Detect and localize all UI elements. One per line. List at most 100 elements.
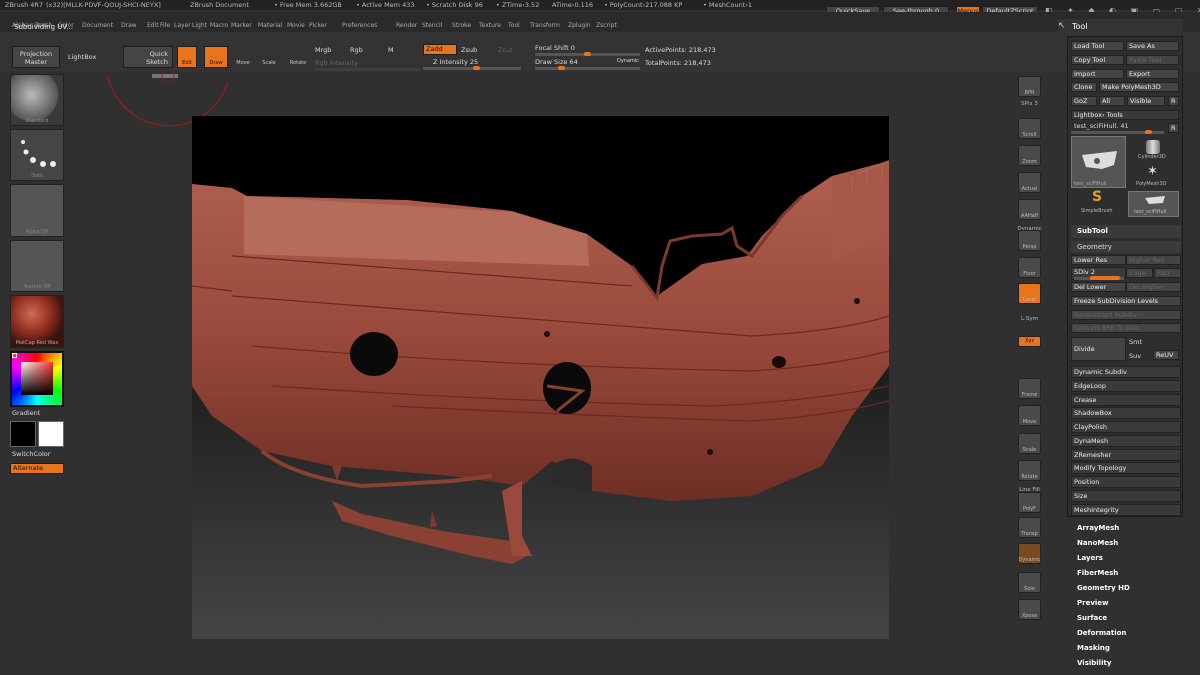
section-geometry-hd[interactable]: Geometry HD [1077,584,1130,592]
scale-button[interactable]: Scale [259,47,279,69]
menu-tool[interactable]: Tool [508,21,520,31]
sdiv-track[interactable] [1074,276,1124,280]
menu-transform[interactable]: Transform [530,21,560,31]
smt-toggle[interactable]: Smt [1129,338,1142,346]
section-arraymesh[interactable]: ArrayMesh [1077,524,1119,532]
section-surface[interactable]: Surface [1077,614,1107,622]
move-button[interactable]: Move [233,47,253,69]
r-reset-button[interactable]: R [1168,123,1179,133]
menu-zplugin[interactable]: Zplugin [568,21,591,31]
geometry-item-position[interactable]: Position [1071,476,1181,488]
menu-texture[interactable]: Texture [479,21,501,31]
reuv-button[interactable]: ReUV [1153,350,1179,360]
focal-shift-slider[interactable]: Focal Shift 0 [535,44,575,52]
menu-zscript[interactable]: Zscript [596,21,617,31]
visible-button[interactable]: Visible [1127,96,1165,106]
m-button[interactable]: M [388,46,394,54]
all-button[interactable]: All [1099,96,1125,106]
alternate-button[interactable]: Alternate [10,463,64,474]
clone-button[interactable]: Clone [1071,82,1097,92]
current-tool-name[interactable]: test_sciFiHull. 41 [1074,122,1129,130]
menu-light[interactable]: Light [192,21,207,31]
geometry-item-dynamic-subdiv[interactable]: Dynamic Subdiv [1071,366,1181,378]
rgb-intensity-track[interactable] [315,68,420,71]
dynamic-button[interactable]: Dynamic [617,58,639,64]
geometry-item-edgeloop[interactable]: EdgeLoop [1071,379,1181,392]
switchcolor-button[interactable]: SwitchColor [12,450,50,458]
menu-stroke[interactable]: Stroke [452,21,471,31]
reconstruct-subdiv-button[interactable]: Reconstruct Subdiv [1071,310,1181,320]
del-lower-button[interactable]: Del Lower [1071,282,1126,292]
geometry-item-dynamesh[interactable]: DynaMesh [1071,434,1181,447]
zsub-button[interactable]: Zsub [461,46,477,54]
section-nanomesh[interactable]: NanoMesh [1077,539,1118,547]
rotate-button[interactable]: Rotate [287,47,309,69]
section-masking[interactable]: Masking [1077,644,1110,652]
lower-res-button[interactable]: Lower Res [1071,255,1126,265]
rgb-button[interactable]: Rgb [350,46,363,54]
menu-marker[interactable]: Marker [231,21,252,31]
canvas-viewport[interactable] [191,116,890,639]
stroke-thumbnail[interactable]: Dots [10,129,64,181]
projection-master-button[interactable]: Projection Master [12,46,60,68]
geometry-item-shadowbox[interactable]: ShadowBox [1071,407,1181,420]
texture-thumbnail[interactable]: Texture Off [10,240,64,292]
sdiv-knob[interactable] [1090,276,1120,280]
section-fibermesh[interactable]: FiberMesh [1077,569,1118,577]
rgb-intensity-slider[interactable]: Rgb Intensity [315,59,358,67]
goz-button[interactable]: GoZ [1071,96,1097,106]
draw-size-slider[interactable]: Draw Size 64 [535,58,578,66]
lightbox-tools-button[interactable]: Lightbox› Tools [1071,110,1179,120]
quick-sketch-button[interactable]: Quick Sketch [123,46,173,68]
brush-thumbnail[interactable]: Standard [10,74,64,126]
suv-toggle[interactable]: Suv [1129,352,1141,360]
primary-color-swatch[interactable] [38,421,64,447]
section-deformation[interactable]: Deformation [1077,629,1126,637]
geometry-item-zremesher[interactable]: ZRemesher [1071,448,1181,461]
geometry-item-modify-topology[interactable]: Modify Topology [1071,462,1181,475]
tool-thumb-polymesh[interactable]: ✶ PolyMesh3D [1130,164,1178,188]
menu-macro[interactable]: Macro [210,21,228,31]
menu-draw[interactable]: Draw [121,21,137,31]
subtool-section[interactable]: SubTool [1071,225,1181,238]
edit-button[interactable]: Edit [177,46,197,68]
color-picker[interactable] [10,351,64,407]
geometry-item-size[interactable]: Size [1071,489,1181,502]
menu-movie[interactable]: Movie [287,21,305,31]
r-button[interactable]: R [1168,96,1179,106]
convert-bpr-button[interactable]: Convert BPR To Geo [1071,323,1181,333]
menu-edit[interactable]: Edit [147,21,159,31]
z-intensity-track[interactable] [423,66,521,70]
lightbox-button[interactable]: LightBox [68,53,96,61]
tool-slider-knob[interactable] [1145,130,1152,134]
menu-preferences[interactable]: Preferences [342,21,377,31]
focal-shift-knob[interactable] [584,52,591,56]
menu-stencil[interactable]: Stencil [422,21,442,31]
alpha-thumbnail[interactable]: Alpha Off [10,184,64,237]
paste-tool-button[interactable]: Paste Tool [1126,55,1179,65]
save-as-button[interactable]: Save As [1126,41,1179,51]
secondary-color-swatch[interactable] [10,421,36,447]
shelf-label[interactable]: L.Sym [1012,316,1047,322]
tool-slider[interactable] [1071,130,1164,134]
z-intensity-slider[interactable]: Z Intensity 25 [433,58,478,66]
tool-thumb-simplebrush[interactable]: S SimpleBrush [1074,189,1124,217]
draw-size-knob[interactable] [558,66,565,70]
shelf-label[interactable]: SPix 3 [1012,101,1047,107]
rstr-button[interactable]: Rstr [1154,268,1181,278]
geometry-item-crease[interactable]: Crease [1071,393,1181,406]
tool-thumb-hull-2[interactable]: test_sciFiHull [1128,191,1179,217]
geometry-item-meshintegrity[interactable]: MeshIntegrity [1071,503,1181,516]
freeze-subdiv-button[interactable]: Freeze SubDivision Levels [1071,296,1181,306]
color-square[interactable] [21,362,53,395]
cage-button[interactable]: Cage [1126,268,1153,278]
zadd-button[interactable]: Zadd [423,44,457,55]
menu-picker[interactable]: Picker [309,21,327,31]
menu-file[interactable]: File [160,21,170,31]
sdiv-slider[interactable]: SDiv 2 [1071,267,1126,280]
mrgb-button[interactable]: Mrgb [315,46,331,54]
section-layers[interactable]: Layers [1077,554,1103,562]
draw-size-track[interactable] [535,66,640,70]
zcut-button[interactable]: Zcut [498,46,513,54]
section-visibility[interactable]: Visibility [1077,659,1111,667]
